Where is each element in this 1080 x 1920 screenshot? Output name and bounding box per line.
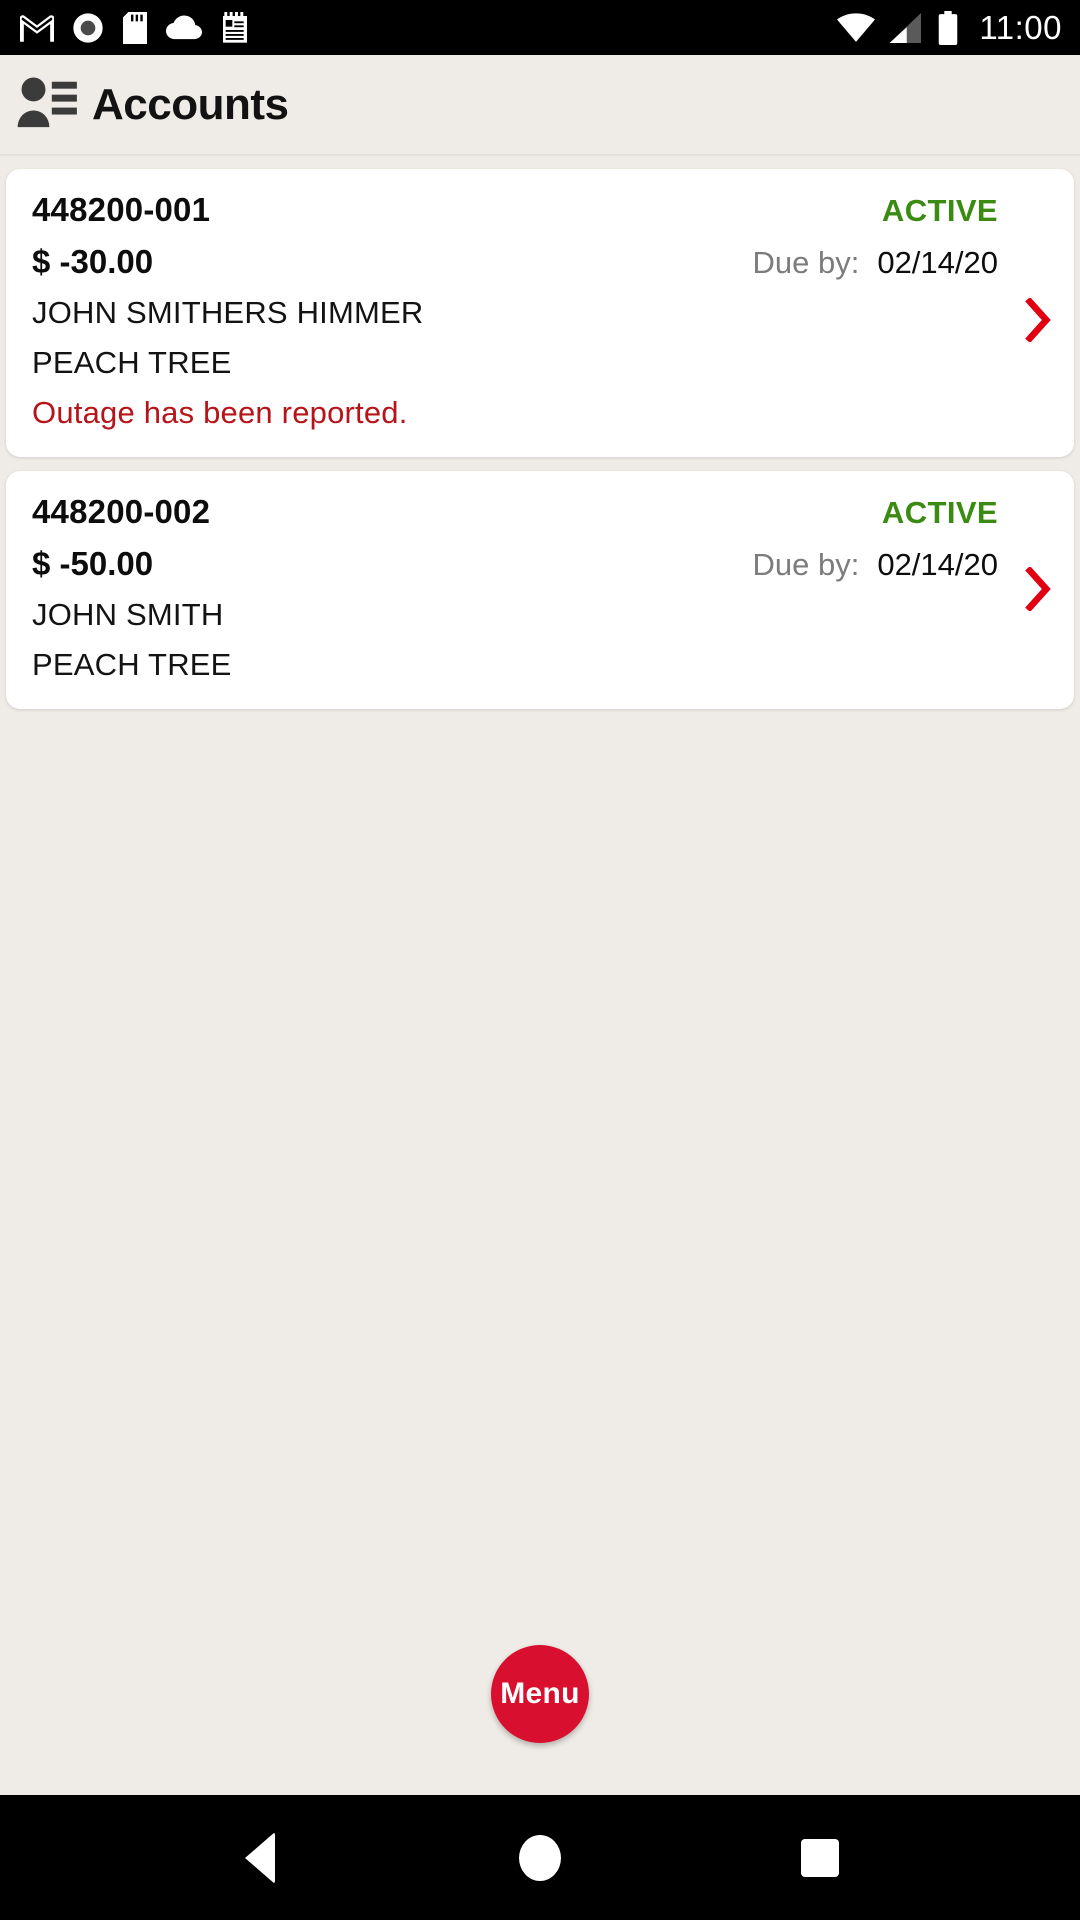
nav-back-button[interactable] bbox=[205, 1803, 315, 1913]
accounts-list: 448200-001 ACTIVE $ -30.00 Due by: 02/14… bbox=[0, 155, 1080, 1795]
back-triangle-icon bbox=[245, 1831, 275, 1884]
nav-recents-button[interactable] bbox=[765, 1803, 875, 1913]
page-title: Accounts bbox=[92, 79, 289, 129]
cloud-icon bbox=[166, 15, 202, 41]
cellular-signal-icon bbox=[889, 12, 923, 43]
home-circle-icon bbox=[519, 1834, 561, 1881]
account-number: 448200-002 bbox=[32, 493, 211, 530]
record-circle-icon bbox=[72, 12, 104, 44]
due-label: Due by: bbox=[752, 547, 860, 582]
account-location: PEACH TREE bbox=[32, 647, 232, 682]
due-date: 02/14/20 bbox=[877, 245, 998, 280]
account-card[interactable]: 448200-002 ACTIVE $ -50.00 Due by: 02/14… bbox=[6, 471, 1074, 709]
account-balance: $ -30.00 bbox=[32, 243, 154, 280]
account-card-header: 448200-002 ACTIVE bbox=[32, 493, 1048, 531]
app-header: Accounts bbox=[0, 55, 1080, 155]
customer-name: JOHN SMITHERS HIMMER bbox=[32, 295, 424, 330]
status-bar: 11:00 bbox=[0, 0, 1080, 55]
battery-icon bbox=[937, 10, 959, 45]
account-card-header: 448200-001 ACTIVE bbox=[32, 191, 1048, 229]
phone-screen: 11:00 Accounts 448200-001 ACTIVE $ -30.0… bbox=[0, 0, 1080, 1920]
due-label: Due by: bbox=[752, 245, 860, 280]
nav-home-button[interactable] bbox=[485, 1803, 595, 1913]
contacts-icon bbox=[16, 75, 78, 134]
sd-card-icon bbox=[122, 11, 148, 44]
status-bar-clock: 11:00 bbox=[979, 8, 1062, 46]
account-location: PEACH TREE bbox=[32, 345, 232, 380]
status-badge: ACTIVE bbox=[881, 193, 998, 228]
android-nav-bar bbox=[0, 1795, 1080, 1920]
menu-fab-button[interactable]: Menu bbox=[491, 1645, 589, 1743]
outage-notice: Outage has been reported. bbox=[32, 395, 408, 430]
account-amount-row: $ -30.00 Due by: 02/14/20 bbox=[32, 243, 1048, 281]
chevron-right-icon[interactable] bbox=[1022, 566, 1056, 612]
chevron-right-icon[interactable] bbox=[1022, 297, 1056, 343]
notes-icon bbox=[220, 11, 250, 44]
status-bar-right-icons: 11:00 bbox=[837, 9, 1062, 47]
wifi-icon bbox=[837, 12, 876, 43]
account-card[interactable]: 448200-001 ACTIVE $ -30.00 Due by: 02/14… bbox=[6, 169, 1074, 457]
due-date: 02/14/20 bbox=[877, 547, 998, 582]
account-amount-row: $ -50.00 Due by: 02/14/20 bbox=[32, 545, 1048, 583]
due-group: Due by: 02/14/20 bbox=[752, 245, 1048, 281]
menu-fab-label: Menu bbox=[500, 1677, 580, 1710]
customer-name: JOHN SMITH bbox=[32, 597, 224, 632]
account-balance: $ -50.00 bbox=[32, 545, 154, 582]
status-bar-left-icons bbox=[20, 11, 250, 44]
gmail-icon bbox=[20, 14, 54, 42]
status-badge: ACTIVE bbox=[881, 495, 998, 530]
account-number: 448200-001 bbox=[32, 191, 211, 228]
recents-square-icon bbox=[801, 1838, 839, 1877]
due-group: Due by: 02/14/20 bbox=[752, 547, 1048, 583]
